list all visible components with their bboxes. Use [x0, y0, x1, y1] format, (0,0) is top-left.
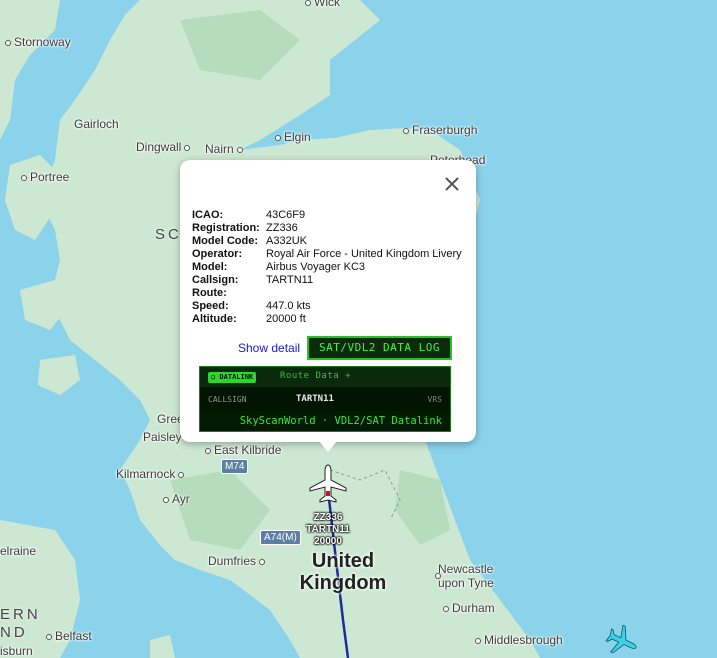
region-ni-2: ND: [0, 624, 28, 641]
aircraft-other-icon[interactable]: [603, 624, 641, 658]
land-hebrides: [0, 0, 60, 140]
close-icon[interactable]: [442, 174, 462, 194]
aircraft-reg: ZZ336: [313, 512, 343, 523]
region-united-kingdom: United Kingdom: [299, 550, 387, 594]
place-wick: Wick: [302, 0, 340, 9]
info-row-registration: Registration: ZZ336: [192, 222, 298, 234]
info-row-route: Route:: [192, 287, 227, 299]
region-scotland: SC: [155, 226, 182, 243]
datalink-callsign-label: CALLSIGN: [208, 395, 247, 404]
place-elgin: Elgin: [272, 130, 311, 144]
info-row-callsign: Callsign: TARTN11: [192, 274, 314, 286]
info-row-speed: Speed: 447.0 kts: [192, 300, 311, 312]
sat-vdl2-data-log-button[interactable]: SAT/VDL2 DATA LOG: [307, 336, 452, 360]
place-ayr: Ayr: [160, 492, 190, 506]
datalink-badge: ○ DATALINK: [208, 372, 257, 383]
place-gairloch: Gairloch: [74, 117, 119, 131]
aircraft-callsign: TARTN11: [306, 524, 350, 535]
road-shield-a74m: A74(M): [260, 530, 301, 545]
datalink-callsign-value: TARTN11: [296, 394, 334, 404]
info-row-altitude: Altitude: 20000 ft: [192, 313, 306, 325]
place-east-kilbride: East Kilbride: [202, 443, 281, 457]
place-belfast: Belfast: [43, 629, 92, 643]
aircraft-info-popup: ICAO: 43C6F9 Registration: ZZ336 Model Cod…: [180, 160, 476, 442]
place-stornoway: Stornoway: [2, 35, 71, 49]
route-data-label: Route Data ✈: [280, 371, 352, 381]
place-kilmarnock: Kilmarnock: [116, 467, 187, 481]
place-dingwall: Dingwall: [136, 140, 193, 154]
place-lisburn: isburn: [0, 644, 33, 658]
info-row-icao: ICAO: 43C6F9: [192, 209, 306, 221]
datalink-header: ○ DATALINK Route Data ✈: [200, 367, 450, 387]
aircraft-selected-icon[interactable]: [307, 463, 349, 505]
place-portree: Portree: [18, 170, 69, 184]
aircraft-selected-label: ZZ336 TARTN11 20000: [300, 512, 356, 548]
place-fraserburgh: Fraserburgh: [400, 123, 477, 137]
info-row-operator: Operator: Royal Air Force - United Kingdo…: [192, 248, 462, 260]
aircraft-info-list: ICAO: 43C6F9 Registration: ZZ336 Model Cod…: [192, 209, 466, 326]
datalink-panel[interactable]: ○ DATALINK Route Data ✈ CALLSIGN TARTN11…: [199, 366, 451, 432]
place-paisley: Paisley: [143, 430, 182, 444]
land-skye: [5, 155, 60, 240]
place-middlesbrough: Middlesbrough: [472, 633, 563, 647]
info-row-model: Model: Airbus Voyager KC3: [192, 261, 366, 273]
place-durham: Durham: [440, 601, 495, 615]
road-shield-m74: M74: [221, 459, 249, 474]
region-ni-1: ERN: [0, 606, 41, 623]
popup-pointer: [319, 441, 337, 452]
info-row-model-code: Model Code: A332UK: [192, 235, 307, 247]
datalink-callsign-row: CALLSIGN TARTN11 VRS: [200, 387, 450, 411]
datalink-footer-text: SkyScanWorld · VDL2/SAT Datalink: [239, 415, 442, 427]
place-nairn: Nairn: [205, 142, 246, 156]
place-coleraine: elraine: [0, 544, 37, 558]
aircraft-altitude: 20000: [314, 536, 342, 547]
datalink-source: VRS: [427, 395, 442, 404]
datalink-footer: SkyScanWorld · VDL2/SAT Datalink: [200, 411, 450, 431]
place-newcastle: Newcastle upon Tyne: [435, 562, 513, 590]
place-dumfries: Dumfries: [208, 554, 268, 568]
land-isle: [150, 635, 175, 658]
show-detail-link[interactable]: Show detail: [238, 341, 300, 355]
